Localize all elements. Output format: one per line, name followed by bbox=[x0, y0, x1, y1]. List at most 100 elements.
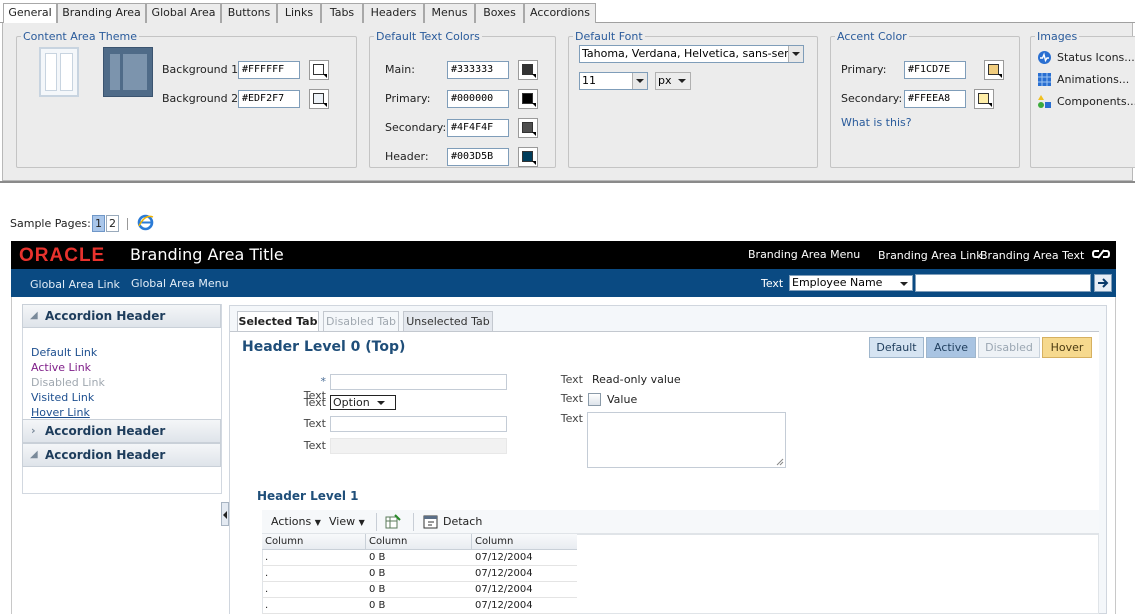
table-cell: 0 B bbox=[369, 552, 386, 563]
column-header-3[interactable]: Column bbox=[472, 534, 577, 549]
required-text-input[interactable] bbox=[330, 374, 507, 390]
primary-color-input[interactable]: #000000 bbox=[447, 90, 509, 108]
images-group: Images Status Icons... Animations... Com… bbox=[1030, 30, 1135, 168]
visited-link[interactable]: Visited Link bbox=[31, 391, 94, 405]
default-font-title: Default Font bbox=[573, 30, 645, 43]
value-checkbox[interactable] bbox=[588, 393, 601, 406]
selected-tab[interactable]: Selected Tab bbox=[237, 311, 319, 333]
branding-link[interactable]: Branding Area Link bbox=[878, 249, 983, 263]
freeze-icon[interactable] bbox=[385, 514, 401, 530]
theme-light-thumbnail[interactable] bbox=[39, 47, 79, 97]
background1-color-picker[interactable] bbox=[309, 60, 329, 80]
tab-boxes[interactable]: Boxes bbox=[475, 3, 524, 23]
view-menu[interactable]: View ▼ bbox=[329, 515, 365, 530]
actions-menu[interactable]: Actions ▼ bbox=[271, 515, 321, 530]
main-color-input[interactable]: #333333 bbox=[447, 61, 509, 79]
default-state-button[interactable]: Default bbox=[869, 337, 924, 358]
accordion-header-2[interactable]: › Accordion Header bbox=[22, 419, 221, 443]
status-icons-link[interactable]: Status Icons... bbox=[1037, 50, 1135, 66]
branding-menu[interactable]: Branding Area Menu bbox=[748, 248, 860, 262]
column-header-1[interactable]: Column bbox=[262, 534, 366, 549]
option-select[interactable]: Option bbox=[330, 395, 396, 410]
sample-page-1-button[interactable]: 1 bbox=[92, 215, 105, 232]
background2-input[interactable]: #EDF2F7 bbox=[238, 90, 300, 108]
header-color-picker[interactable] bbox=[518, 147, 538, 167]
animations-link[interactable]: Animations... bbox=[1037, 72, 1129, 88]
components-link[interactable]: Components... bbox=[1037, 94, 1135, 110]
accent-secondary-input[interactable]: #FFEEA8 bbox=[904, 90, 966, 108]
theme-dark-thumbnail[interactable] bbox=[103, 47, 153, 97]
table-row[interactable]: . 0 B 07/12/2004 bbox=[262, 582, 577, 598]
background1-input[interactable]: #FFFFFF bbox=[238, 61, 300, 79]
font-size-select[interactable]: 11 bbox=[579, 72, 648, 90]
checkbox-value-label: Value bbox=[607, 393, 638, 406]
table-row[interactable]: . 0 B 07/12/2004 bbox=[262, 550, 577, 566]
tab-general[interactable]: General bbox=[3, 3, 57, 24]
images-title: Images bbox=[1035, 30, 1080, 43]
status-icons-label: Status Icons... bbox=[1057, 51, 1135, 64]
hover-link[interactable]: Hover Link bbox=[31, 406, 90, 420]
column-header-2[interactable]: Column bbox=[366, 534, 472, 549]
search-field-select[interactable]: Employee Name bbox=[789, 275, 913, 291]
readonly-label: Text bbox=[560, 373, 583, 386]
tab-menus[interactable]: Menus bbox=[424, 3, 475, 23]
global-area-menu[interactable]: Global Area Menu bbox=[131, 277, 229, 291]
detach-button[interactable]: Detach bbox=[423, 515, 482, 529]
readonly-value: Read-only value bbox=[592, 373, 681, 386]
secondary-color-picker[interactable] bbox=[518, 118, 538, 138]
accent-primary-input[interactable]: #F1CD7E bbox=[904, 61, 966, 79]
resize-grip-icon[interactable] bbox=[776, 458, 784, 466]
active-state-button[interactable]: Active bbox=[926, 337, 976, 358]
header-color-input[interactable]: #003D5B bbox=[447, 148, 509, 166]
animation-icon bbox=[1038, 73, 1051, 86]
sample-page-2-button[interactable]: 2 bbox=[106, 215, 119, 232]
tab-headers[interactable]: Headers bbox=[363, 3, 424, 23]
tab-accordions[interactable]: Accordions bbox=[524, 3, 596, 23]
font-family-select[interactable]: Tahoma, Verdana, Helvetica, sans-serif bbox=[579, 45, 804, 63]
active-link[interactable]: Active Link bbox=[31, 361, 91, 375]
splitter-collapse-handle[interactable] bbox=[221, 502, 229, 526]
disabled-tab: Disabled Tab bbox=[323, 311, 399, 332]
table-cell: . bbox=[265, 584, 269, 595]
unselected-tab[interactable]: Unselected Tab bbox=[403, 311, 493, 332]
editor-tab-bar: General Branding Area Global Area Button… bbox=[0, 3, 1135, 24]
background1-label: Background 1: bbox=[162, 63, 242, 76]
table-cell: 07/12/2004 bbox=[475, 568, 533, 579]
search-input[interactable] bbox=[915, 274, 1091, 292]
browser-icon[interactable] bbox=[137, 214, 154, 231]
hover-state-button[interactable]: Hover bbox=[1042, 337, 1092, 358]
sample-pages-label: Sample Pages: bbox=[10, 217, 91, 230]
default-text-colors-title: Default Text Colors bbox=[374, 30, 482, 43]
secondary-color-input[interactable]: #4F4F4F bbox=[447, 119, 509, 137]
global-area-link[interactable]: Global Area Link bbox=[30, 278, 120, 292]
font-size-value: 11 bbox=[582, 74, 596, 87]
primary-color-picker[interactable] bbox=[518, 89, 538, 109]
accent-primary-picker[interactable] bbox=[984, 60, 1004, 80]
background2-color-picker[interactable] bbox=[309, 89, 329, 109]
accordion-header-1[interactable]: ◢ Accordion Header bbox=[22, 304, 221, 328]
disabled-text-input bbox=[330, 438, 507, 454]
link-chain-icon[interactable] bbox=[1092, 247, 1110, 261]
tab-links[interactable]: Links bbox=[277, 3, 321, 23]
table-header-row: Column Column Column bbox=[262, 534, 577, 550]
accordion-header-3[interactable]: ◢ Accordion Header bbox=[22, 443, 221, 467]
main-color-picker[interactable] bbox=[518, 60, 538, 80]
default-link[interactable]: Default Link bbox=[31, 346, 97, 360]
search-go-button[interactable] bbox=[1094, 274, 1112, 292]
accent-secondary-picker[interactable] bbox=[974, 89, 994, 109]
textarea[interactable] bbox=[587, 412, 786, 468]
table-row[interactable]: . 0 B 07/12/2004 bbox=[262, 566, 577, 582]
text-input[interactable] bbox=[330, 416, 507, 432]
table-row[interactable]: . 0 B 07/12/2004 bbox=[262, 598, 577, 614]
table-cell: 0 B bbox=[369, 568, 386, 579]
tab-buttons[interactable]: Buttons bbox=[221, 3, 277, 23]
arrow-right-icon bbox=[1098, 278, 1109, 288]
what-is-this-link[interactable]: What is this? bbox=[841, 116, 912, 130]
tab-global-area[interactable]: Global Area bbox=[146, 3, 221, 23]
content-area-theme-title: Content Area Theme bbox=[21, 30, 139, 43]
font-unit-select[interactable]: px bbox=[655, 72, 691, 90]
tab-tabs[interactable]: Tabs bbox=[321, 3, 363, 23]
option-select-value: Option bbox=[333, 396, 370, 409]
status-icon bbox=[1038, 51, 1051, 64]
tab-branding-area[interactable]: Branding Area bbox=[57, 3, 146, 23]
